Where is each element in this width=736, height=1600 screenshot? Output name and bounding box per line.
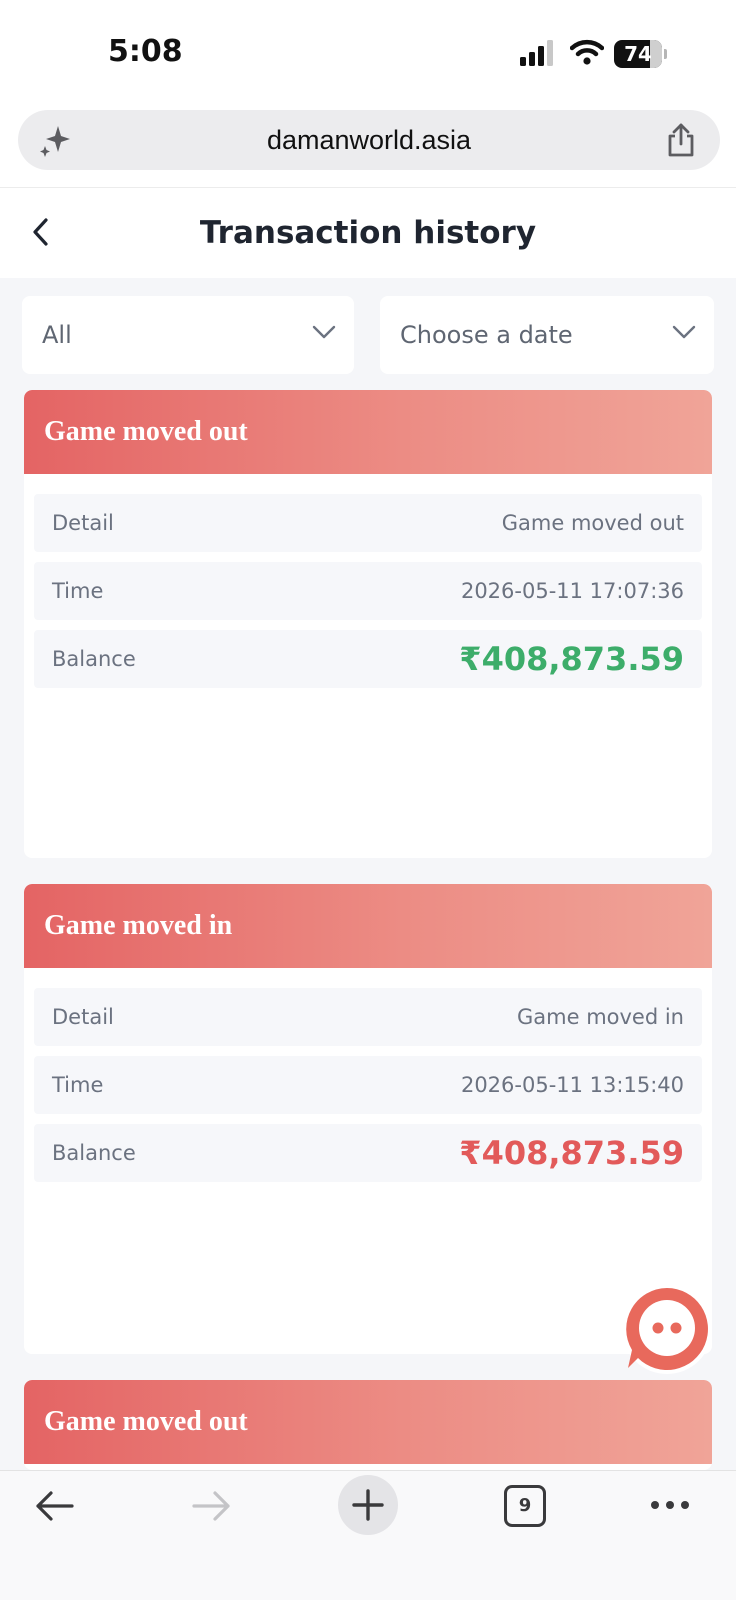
detail-value: Game moved out: [501, 511, 684, 535]
time-row: Time 2026-05-11 13:15:40: [34, 1056, 702, 1114]
detail-label: Detail: [52, 1005, 114, 1029]
transaction-card: Game moved out: [24, 1380, 712, 1470]
detail-value: Game moved in: [517, 1005, 684, 1029]
balance-row: Balance ₹408,873.59: [34, 1124, 702, 1182]
battery-indicator: 74: [614, 40, 667, 68]
browser-forward-icon[interactable]: [190, 1489, 232, 1523]
date-filter-dropdown[interactable]: Choose a date: [380, 296, 714, 374]
balance-row: Balance ₹408,873.59: [34, 630, 702, 688]
new-tab-button[interactable]: [338, 1475, 398, 1535]
transaction-title: Game moved out: [24, 1380, 712, 1464]
address-bar[interactable]: damanworld.asia: [18, 110, 720, 170]
cellular-signal-icon: [520, 40, 553, 66]
status-bar: 5:08 74: [0, 0, 736, 100]
transaction-card: Game moved out Detail Game moved out Tim…: [24, 390, 712, 858]
browser-address-area: damanworld.asia: [0, 100, 736, 188]
browser-back-icon[interactable]: [34, 1489, 76, 1523]
balance-label: Balance: [52, 1141, 136, 1165]
tab-count: 9: [518, 1495, 532, 1516]
transaction-card: Game moved in Detail Game moved in Time …: [24, 884, 712, 1354]
detail-row: Detail Game moved in: [34, 988, 702, 1046]
date-filter-value: Choose a date: [400, 321, 573, 349]
type-filter-value: All: [42, 321, 72, 349]
browser-toolbar: 9: [0, 1470, 736, 1600]
time-label: Time: [52, 579, 104, 603]
more-options-icon[interactable]: [650, 1499, 690, 1511]
time-value: 2026-05-11 13:15:40: [460, 1073, 684, 1097]
chevron-down-icon: [312, 325, 336, 339]
balance-amount: ₹408,873.59: [459, 640, 684, 678]
time-row: Time 2026-05-11 17:07:36: [34, 562, 702, 620]
transaction-title: Game moved in: [24, 884, 712, 968]
customer-service-chat-button[interactable]: [620, 1282, 714, 1376]
share-icon[interactable]: [666, 122, 696, 158]
type-filter-dropdown[interactable]: All: [22, 296, 354, 374]
tabs-button[interactable]: 9: [504, 1485, 546, 1527]
plus-icon: [352, 1489, 384, 1521]
chevron-down-icon: [672, 325, 696, 339]
balance-label: Balance: [52, 647, 136, 671]
page-title: Transaction history: [199, 215, 537, 251]
detail-label: Detail: [52, 511, 114, 535]
battery-percentage: 74: [624, 42, 652, 66]
time-label: Time: [52, 1073, 104, 1097]
url-text[interactable]: damanworld.asia: [18, 110, 720, 170]
time-value: 2026-05-11 17:07:36: [460, 579, 684, 603]
wifi-icon: [570, 39, 604, 65]
status-time: 5:08: [108, 34, 183, 69]
balance-amount: ₹408,873.59: [459, 1134, 684, 1172]
page-header: Transaction history: [0, 188, 736, 278]
detail-row: Detail Game moved out: [34, 494, 702, 552]
transaction-title: Game moved out: [24, 390, 712, 474]
